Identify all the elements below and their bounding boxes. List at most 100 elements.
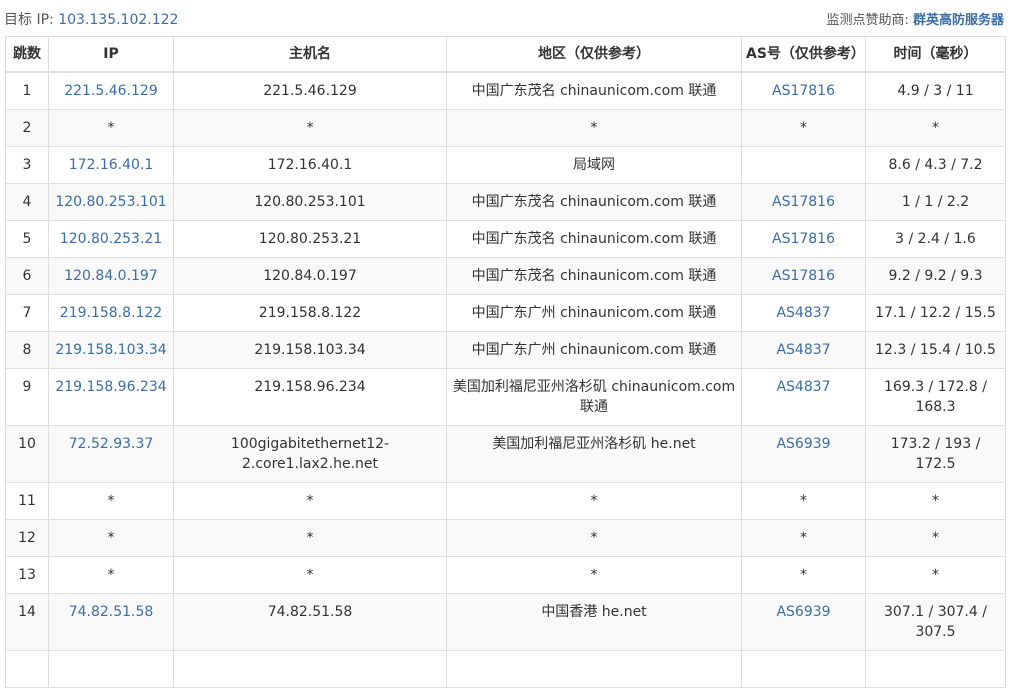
hop-cell: 4	[5, 183, 49, 221]
hostname-cell: 100gigabitethernet12-2.core1.lax2.he.net	[173, 425, 447, 483]
as-cell: *	[741, 109, 866, 147]
time-cell: 8.6 / 4.3 / 7.2	[865, 146, 1006, 184]
column-header-ip: IP	[48, 36, 174, 73]
table-row: 11 * * * * *	[5, 482, 1006, 520]
time-cell: 1 / 1 / 2.2	[865, 183, 1006, 221]
column-header-hop: 跳数	[5, 36, 49, 73]
time-cell: 12.3 / 15.4 / 10.5	[865, 331, 1006, 369]
hostname-cell: 120.80.253.21	[173, 220, 447, 258]
time-cell	[865, 650, 1006, 688]
table-row: 9 219.158.96.234 219.158.96.234 美国加利福尼亚州…	[5, 368, 1006, 426]
hop-cell: 2	[5, 109, 49, 147]
table-row: 3 172.16.40.1 172.16.40.1 局域网 8.6 / 4.3 …	[5, 146, 1006, 184]
hop-cell: 9	[5, 368, 49, 426]
time-cell: 4.9 / 3 / 11	[865, 71, 1006, 110]
traceroute-table: 跳数 IP 主机名 地区（仅供参考） AS号（仅供参考） 时间（毫秒） 1 22…	[5, 36, 1006, 688]
time-cell: *	[865, 556, 1006, 594]
ip-link[interactable]: 219.158.8.122	[60, 305, 162, 321]
region-cell: 美国加利福尼亚州洛杉矶 chinaunicom.com 联通	[446, 368, 742, 426]
as-link[interactable]: AS6939	[776, 436, 830, 452]
ip-link[interactable]: 219.158.96.234	[55, 379, 166, 395]
time-cell: 3 / 2.4 / 1.6	[865, 220, 1006, 258]
ip-link[interactable]: 221.5.46.129	[64, 83, 158, 99]
table-header-row: 跳数 IP 主机名 地区（仅供参考） AS号（仅供参考） 时间（毫秒）	[5, 36, 1006, 73]
as-link[interactable]: AS17816	[772, 194, 835, 210]
time-cell: 169.3 / 172.8 / 168.3	[865, 368, 1006, 426]
ip-link[interactable]: 120.80.253.21	[60, 231, 162, 247]
hop-cell: 6	[5, 257, 49, 295]
as-cell: *	[741, 482, 866, 520]
ip-link[interactable]: 120.80.253.101	[55, 194, 166, 210]
region-cell: *	[446, 109, 742, 147]
table-row: 10 72.52.93.37 100gigabitethernet12-2.co…	[5, 425, 1006, 483]
hop-cell: 1	[5, 71, 49, 110]
table-row: 2 * * * * *	[5, 109, 1006, 147]
region-cell: *	[446, 482, 742, 520]
column-header-as: AS号（仅供参考）	[741, 36, 866, 73]
as-link[interactable]: AS17816	[772, 231, 835, 247]
hostname-cell: *	[173, 482, 447, 520]
hop-cell: 13	[5, 556, 49, 594]
ip-link[interactable]: 72.52.93.37	[69, 436, 154, 452]
target-ip-info: 目标 IP: 103.135.102.122	[4, 9, 178, 29]
hop-cell: 5	[5, 220, 49, 258]
column-header-time: 时间（毫秒）	[865, 36, 1006, 73]
region-cell: 中国香港 he.net	[446, 593, 742, 651]
ip-cell: *	[48, 519, 174, 557]
time-cell: *	[865, 519, 1006, 557]
target-label: 目标 IP:	[4, 12, 54, 28]
column-header-hostname: 主机名	[173, 36, 447, 73]
as-link[interactable]: AS6939	[776, 604, 830, 620]
ip-cell: *	[48, 556, 174, 594]
region-cell: 美国加利福尼亚州洛杉矶 he.net	[446, 425, 742, 483]
sponsor-info: 监测点赞助商: 群英高防服务器	[826, 9, 1004, 28]
hop-cell: 10	[5, 425, 49, 483]
top-bar: 目标 IP: 103.135.102.122 监测点赞助商: 群英高防服务器	[0, 0, 1010, 36]
as-link[interactable]: AS4837	[776, 305, 830, 321]
table-row	[5, 650, 1006, 688]
region-cell: 局域网	[446, 146, 742, 184]
hostname-cell: 172.16.40.1	[173, 146, 447, 184]
hostname-cell: 120.80.253.101	[173, 183, 447, 221]
region-cell: 中国广东茂名 chinaunicom.com 联通	[446, 183, 742, 221]
ip-cell: *	[48, 109, 174, 147]
as-cell	[741, 146, 866, 184]
time-cell: 9.2 / 9.2 / 9.3	[865, 257, 1006, 295]
column-header-region: 地区（仅供参考）	[446, 36, 742, 73]
ip-cell: *	[48, 482, 174, 520]
table-row: 12 * * * * *	[5, 519, 1006, 557]
as-link[interactable]: AS17816	[772, 83, 835, 99]
ip-link[interactable]: 120.84.0.197	[64, 268, 158, 284]
hop-cell	[5, 650, 49, 688]
hostname-cell: 221.5.46.129	[173, 71, 447, 110]
hostname-cell: *	[173, 556, 447, 594]
hop-cell: 8	[5, 331, 49, 369]
sponsor-link[interactable]: 群英高防服务器	[913, 13, 1004, 28]
table-row: 7 219.158.8.122 219.158.8.122 中国广东广州 chi…	[5, 294, 1006, 332]
ip-link[interactable]: 172.16.40.1	[69, 157, 154, 173]
hostname-cell: 74.82.51.58	[173, 593, 447, 651]
hostname-cell: 219.158.96.234	[173, 368, 447, 426]
table-row: 5 120.80.253.21 120.80.253.21 中国广东茂名 chi…	[5, 220, 1006, 258]
region-cell: *	[446, 519, 742, 557]
ip-link[interactable]: 219.158.103.34	[55, 342, 166, 358]
region-cell: 中国广东广州 chinaunicom.com 联通	[446, 294, 742, 332]
ip-link[interactable]: 74.82.51.58	[69, 604, 154, 620]
as-link[interactable]: AS4837	[776, 379, 830, 395]
time-cell: 17.1 / 12.2 / 15.5	[865, 294, 1006, 332]
hop-cell: 11	[5, 482, 49, 520]
region-cell: *	[446, 556, 742, 594]
table-row: 1 221.5.46.129 221.5.46.129 中国广东茂名 china…	[5, 71, 1006, 110]
table-row: 8 219.158.103.34 219.158.103.34 中国广东广州 c…	[5, 331, 1006, 369]
hop-cell: 12	[5, 519, 49, 557]
hostname-cell: 219.158.8.122	[173, 294, 447, 332]
hostname-cell: 219.158.103.34	[173, 331, 447, 369]
table-row: 4 120.80.253.101 120.80.253.101 中国广东茂名 c…	[5, 183, 1006, 221]
as-link[interactable]: AS17816	[772, 268, 835, 284]
table-row: 13 * * * * *	[5, 556, 1006, 594]
region-cell: 中国广东茂名 chinaunicom.com 联通	[446, 220, 742, 258]
as-link[interactable]: AS4837	[776, 342, 830, 358]
time-cell: 307.1 / 307.4 / 307.5	[865, 593, 1006, 651]
table-row: 6 120.84.0.197 120.84.0.197 中国广东茂名 china…	[5, 257, 1006, 295]
time-cell: *	[865, 482, 1006, 520]
